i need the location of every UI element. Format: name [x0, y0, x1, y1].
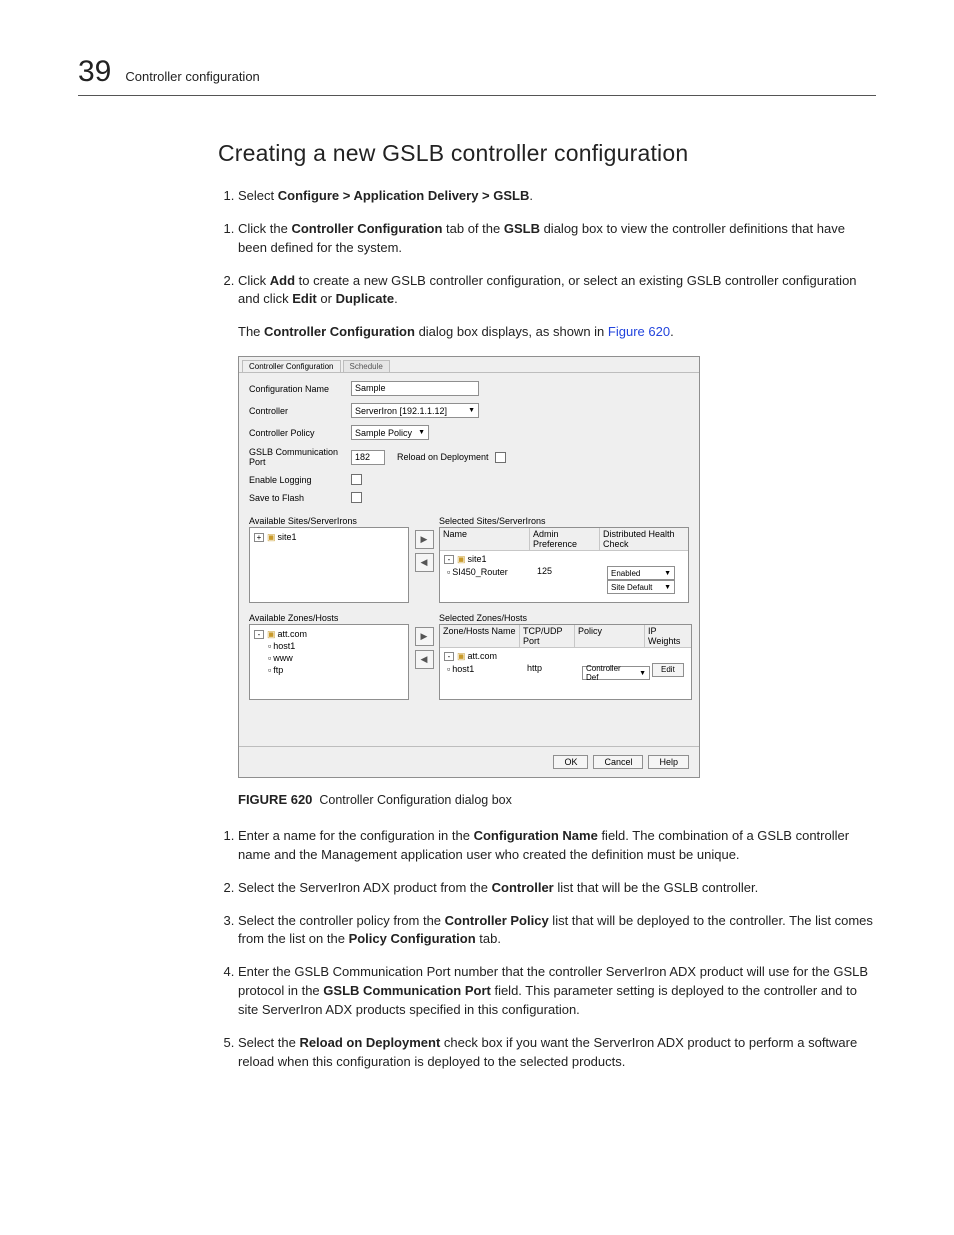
tree-item[interactable]: -▣att.com	[444, 650, 687, 662]
col-header: Name	[440, 528, 530, 550]
move-left-button[interactable]: ◀	[415, 553, 434, 572]
tab-schedule[interactable]: Schedule	[343, 360, 390, 372]
folder-icon: ▣	[457, 651, 466, 661]
figure: Controller Configuration Schedule Config…	[238, 356, 876, 778]
move-right-button[interactable]: ▶	[415, 530, 434, 549]
tree-item[interactable]: ▫www	[254, 652, 404, 664]
selected-sites-title: Selected Sites/ServerIrons	[439, 516, 689, 526]
chevron-down-icon: ▼	[418, 429, 425, 436]
form-area: Configuration Name Sample Controller Ser…	[239, 373, 699, 516]
tree-item[interactable]: -▣site1	[444, 553, 684, 565]
chevron-down-icon: ▼	[468, 407, 475, 414]
col-header: Policy	[575, 625, 645, 647]
step: Select the controller policy from the Co…	[238, 912, 876, 950]
move-right-button[interactable]: ▶	[415, 627, 434, 646]
reload-on-deployment-checkbox[interactable]	[495, 452, 506, 463]
configuration-name-label: Configuration Name	[249, 384, 351, 394]
health-default-select[interactable]: Site Default▼	[607, 580, 675, 594]
paragraph: The Controller Configuration dialog box …	[238, 323, 876, 342]
col-header: Zone/Hosts Name	[440, 625, 520, 647]
col-header: Distributed Health Check	[600, 528, 688, 550]
save-to-flash-checkbox[interactable]	[351, 492, 362, 503]
available-sites-tree[interactable]: +▣site1	[249, 527, 409, 603]
chevron-down-icon: ▼	[639, 670, 646, 677]
table-row[interactable]: ▫host1 http Controller Def▼ Edit	[444, 662, 687, 681]
step: Enter the GSLB Communication Port number…	[238, 963, 876, 1020]
selected-sites-table[interactable]: Name Admin Preference Distributed Health…	[439, 527, 689, 603]
available-zones-title: Available Zones/Hosts	[249, 613, 409, 623]
content-body: Creating a new GSLB controller configura…	[218, 140, 876, 1072]
folder-icon: ▣	[267, 629, 276, 639]
enable-logging-checkbox[interactable]	[351, 474, 362, 485]
chapter-title: Controller configuration	[125, 69, 259, 84]
selected-zones-table[interactable]: Zone/Hosts Name TCP/UDP Port Policy IP W…	[439, 624, 692, 700]
step: Click Add to create a new GSLB controlle…	[238, 272, 876, 310]
controller-select[interactable]: ServerIron [192.1.1.12]▼	[351, 403, 479, 418]
step: Click the Controller Configuration tab o…	[238, 220, 876, 258]
file-icon: ▫	[447, 567, 450, 577]
zones-panel: Available Zones/Hosts -▣att.com ▫host1 ▫…	[239, 613, 699, 710]
file-icon: ▫	[268, 665, 271, 675]
selected-zones-title: Selected Zones/Hosts	[439, 613, 692, 623]
file-icon: ▫	[268, 653, 271, 663]
expand-icon[interactable]: -	[444, 652, 454, 661]
policy-select[interactable]: Controller Def▼	[582, 666, 650, 680]
chapter-number: 39	[78, 55, 111, 89]
save-to-flash-label: Save to Flash	[249, 493, 351, 503]
dialog-footer: OK Cancel Help	[239, 746, 699, 777]
chevron-down-icon: ▼	[664, 584, 671, 591]
controller-label: Controller	[249, 406, 351, 416]
bottom-steps: Enter a name for the configuration in th…	[218, 827, 876, 1071]
move-left-button[interactable]: ◀	[415, 650, 434, 669]
col-header: TCP/UDP Port	[520, 625, 575, 647]
tree-item[interactable]: -▣att.com	[254, 628, 404, 640]
figure-reference[interactable]: Figure 620	[608, 324, 670, 339]
folder-icon: ▣	[457, 554, 466, 564]
section-title: Creating a new GSLB controller configura…	[218, 140, 876, 167]
controller-config-dialog: Controller Configuration Schedule Config…	[238, 356, 700, 778]
file-icon: ▫	[268, 641, 271, 651]
tree-item[interactable]: +▣site1	[254, 531, 404, 543]
configuration-name-field[interactable]: Sample	[351, 381, 479, 396]
help-button[interactable]: Help	[648, 755, 689, 769]
gslb-port-field[interactable]: 182	[351, 450, 385, 465]
reload-on-deployment-label: Reload on Deployment	[397, 452, 489, 462]
expand-icon[interactable]: -	[254, 630, 264, 639]
controller-policy-select[interactable]: Sample Policy▼	[351, 425, 429, 440]
file-icon: ▫	[447, 664, 450, 674]
figure-caption: FIGURE 620 Controller Configuration dial…	[238, 792, 876, 807]
step: Select the Reload on Deployment check bo…	[238, 1034, 876, 1072]
col-header: IP Weights	[645, 625, 691, 647]
step: Select Configure > Application Delivery …	[238, 187, 876, 206]
tree-item[interactable]: ▫ftp	[254, 664, 404, 676]
ok-button[interactable]: OK	[553, 755, 588, 769]
available-sites-title: Available Sites/ServerIrons	[249, 516, 409, 526]
expand-icon[interactable]: +	[254, 533, 264, 542]
gslb-port-label: GSLB Communication Port	[249, 447, 351, 467]
health-enabled-select[interactable]: Enabled▼	[607, 566, 675, 580]
chevron-down-icon: ▼	[664, 570, 671, 577]
enable-logging-label: Enable Logging	[249, 475, 351, 485]
edit-weights-button[interactable]: Edit	[652, 663, 684, 677]
tab-controller-configuration[interactable]: Controller Configuration	[242, 360, 341, 372]
cancel-button[interactable]: Cancel	[593, 755, 643, 769]
table-row[interactable]: ▫SI450_Router 125 Enabled▼ Site Default▼	[444, 565, 684, 595]
page-header: 39 Controller configuration	[78, 55, 876, 96]
folder-icon: ▣	[267, 532, 276, 542]
sites-panel: Available Sites/ServerIrons +▣site1 ▶ ◀	[239, 516, 699, 613]
document-page: 39 Controller configuration Creating a n…	[0, 0, 954, 1166]
step: Select the ServerIron ADX product from t…	[238, 879, 876, 898]
dialog-tabs: Controller Configuration Schedule	[239, 357, 699, 373]
top-steps: Select Configure > Application Delivery …	[218, 187, 876, 309]
controller-policy-label: Controller Policy	[249, 428, 351, 438]
expand-icon[interactable]: -	[444, 555, 454, 564]
available-zones-tree[interactable]: -▣att.com ▫host1 ▫www ▫ftp	[249, 624, 409, 700]
step: Enter a name for the configuration in th…	[238, 827, 876, 865]
tree-item[interactable]: ▫host1	[254, 640, 404, 652]
col-header: Admin Preference	[530, 528, 600, 550]
